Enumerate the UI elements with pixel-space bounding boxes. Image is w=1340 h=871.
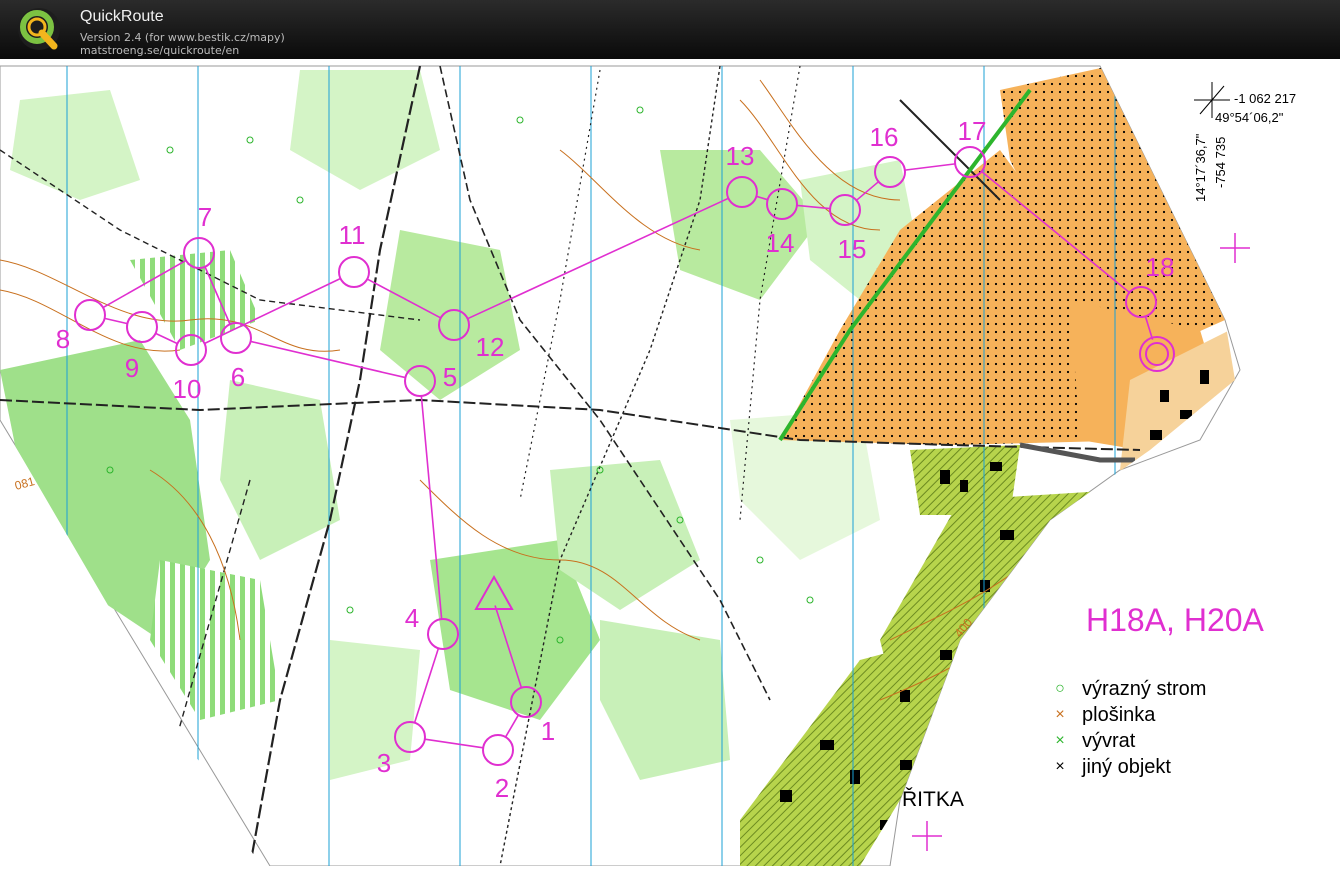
control-number-13: 13 <box>726 141 755 171</box>
control-number-9: 9 <box>125 353 139 383</box>
legend-label: jiný objekt <box>1082 755 1171 778</box>
tree-icon: ○ <box>1055 680 1065 697</box>
control-number-18: 18 <box>1146 252 1175 282</box>
app-url[interactable]: matstroeng.se/quickroute/en <box>80 44 239 57</box>
legend-label: vývrat <box>1082 729 1136 752</box>
coord-x: -754 735 <box>1213 137 1228 188</box>
coord-y: -1 062 217 <box>1234 91 1296 106</box>
control-number-2: 2 <box>495 773 509 803</box>
control-number-15: 15 <box>838 234 867 264</box>
contour-label-081: 081 <box>13 474 36 493</box>
control-number-14: 14 <box>766 228 795 258</box>
control-number-7: 7 <box>198 202 212 232</box>
app-header: QuickRoute Version 2.4 (for www.bestik.c… <box>0 0 1340 59</box>
control-number-5: 5 <box>443 362 457 392</box>
other-object-icon: × <box>1055 758 1065 775</box>
course-title: H18A, H20A <box>1086 602 1264 638</box>
legend-item: × vývrat <box>1050 728 1206 754</box>
app-title: QuickRoute <box>80 8 164 25</box>
quickroute-logo-icon <box>18 8 60 50</box>
legend-item: × jiný objekt <box>1050 754 1206 780</box>
control-number-6: 6 <box>231 362 245 392</box>
legend-label: plošinka <box>1082 703 1156 726</box>
control-number-17: 17 <box>958 116 987 146</box>
control-number-11: 11 <box>339 220 366 250</box>
control-number-8: 8 <box>56 324 70 354</box>
control-number-16: 16 <box>870 122 899 152</box>
legend-item: ○ výrazný strom <box>1050 676 1206 702</box>
control-number-12: 12 <box>476 332 505 362</box>
legend-item: × plošinka <box>1050 702 1206 728</box>
control-number-3: 3 <box>377 748 391 778</box>
control-number-10: 10 <box>173 374 202 404</box>
coord-lon: 14°17´36,7" <box>1193 133 1208 202</box>
control-number-1: 1 <box>541 716 555 746</box>
platform-icon: × <box>1055 706 1065 723</box>
app-version: Version 2.4 (for www.bestik.cz/mapy) <box>80 31 285 44</box>
map-legend: ○ výrazný strom × plošinka × vývrat × ji… <box>1050 676 1206 780</box>
control-number-4: 4 <box>405 603 419 633</box>
coordinate-marker: -1 062 217 49°54´06,2" 14°17´36,7" -754 … <box>1193 82 1296 202</box>
coord-lat: 49°54´06,2" <box>1215 110 1284 125</box>
village-label: ŘITKA <box>902 788 964 811</box>
uprooted-tree-icon: × <box>1055 732 1065 749</box>
legend-label: výrazný strom <box>1082 677 1207 700</box>
